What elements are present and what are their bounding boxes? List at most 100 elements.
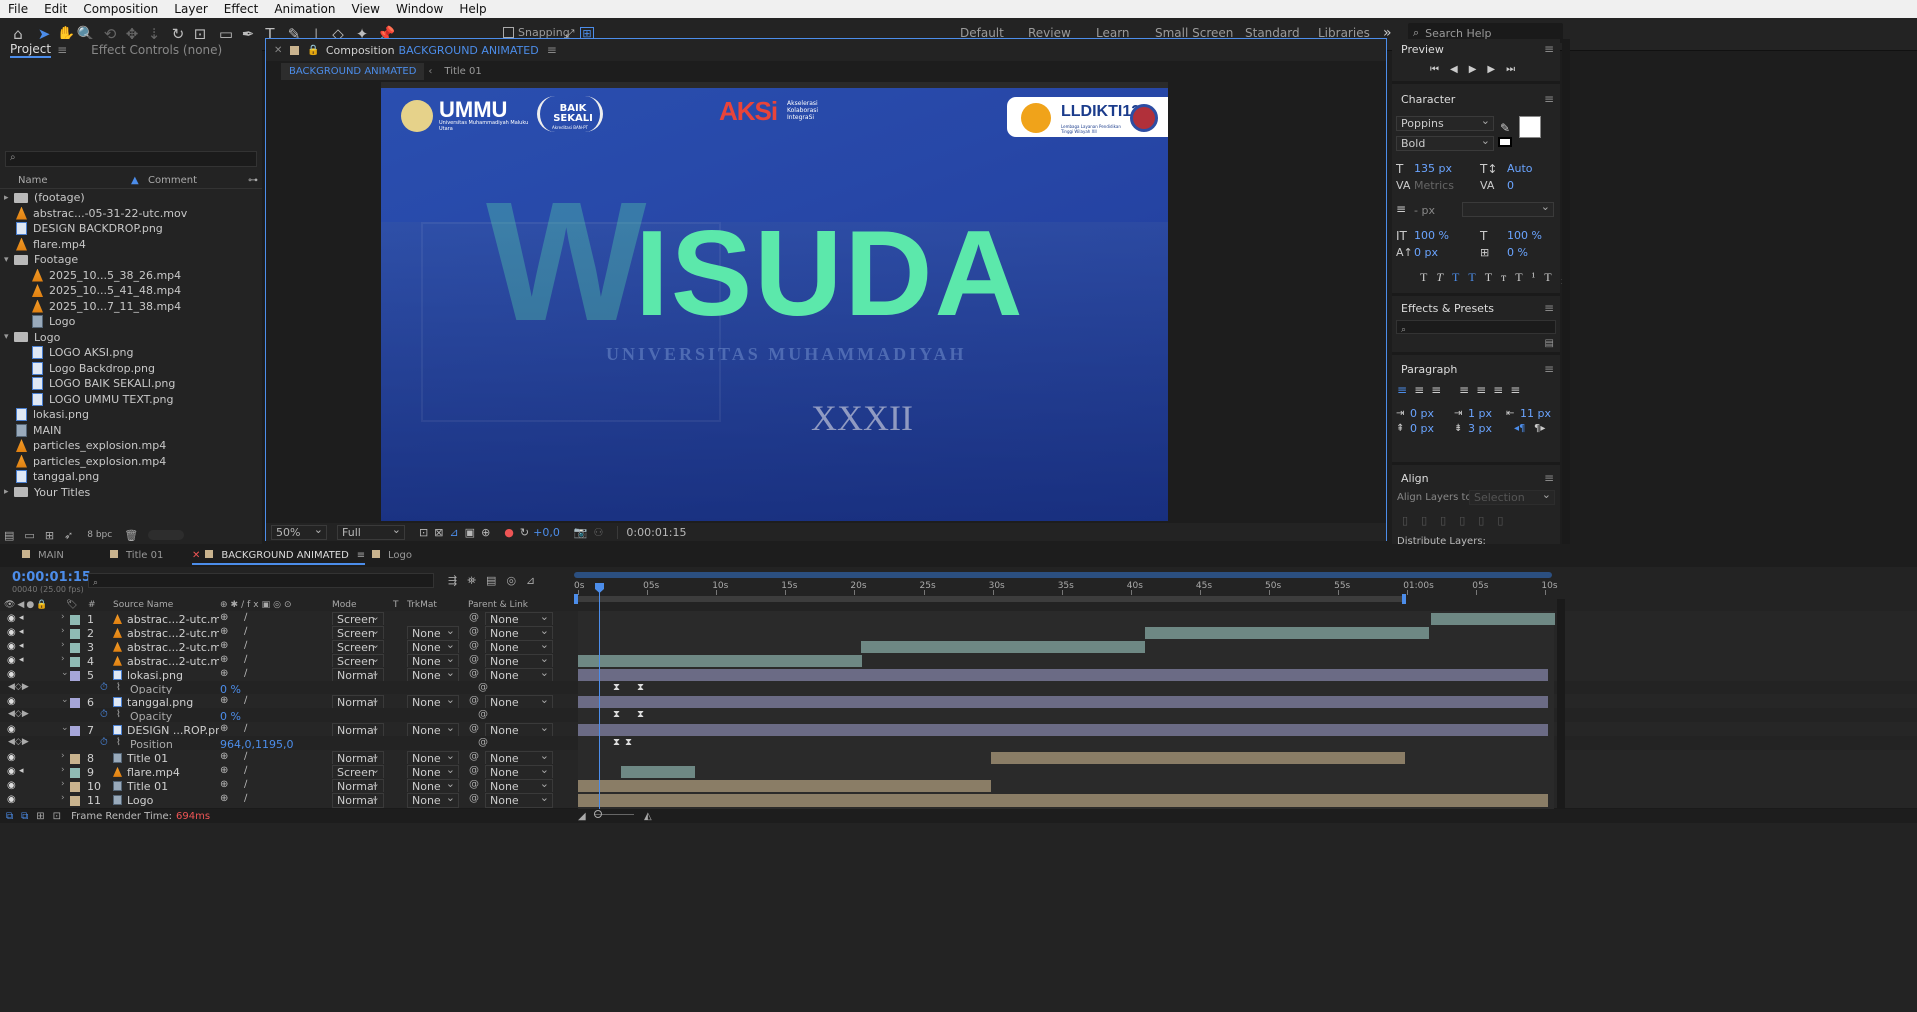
visibility-eye-icon[interactable]: ◉ bbox=[7, 641, 19, 652]
timeline-tab-title-01[interactable]: Title 01 bbox=[110, 550, 163, 565]
menu-effect[interactable]: Effect bbox=[216, 2, 267, 16]
render-queue-icon[interactable]: ➶ bbox=[64, 529, 73, 542]
panel-menu-icon[interactable]: ≡ bbox=[57, 43, 67, 57]
close-tab-icon[interactable]: ✕ bbox=[274, 45, 282, 56]
horizontal-scale-value[interactable]: 100 % bbox=[1507, 229, 1542, 242]
menu-file[interactable]: File bbox=[0, 2, 36, 16]
project-folder[interactable]: ▸ Your Titles bbox=[0, 483, 262, 502]
layer-switches-icon[interactable]: ⊕✱∕fx▣◎⊙ bbox=[220, 600, 295, 610]
first-frame-icon[interactable]: ⏮ bbox=[1430, 64, 1450, 75]
font-style-select[interactable]: Bold bbox=[1396, 134, 1494, 151]
shy-switch-icon[interactable]: ⊕ bbox=[220, 695, 228, 706]
viewer-timecode[interactable]: 0:00:01:15 bbox=[617, 525, 694, 539]
shy-switch-icon[interactable]: ⊕ bbox=[220, 723, 228, 734]
work-area-end-handle[interactable] bbox=[1402, 594, 1406, 604]
exposure-value[interactable]: +0,0 bbox=[533, 526, 560, 539]
next-frame-icon[interactable]: ▶ bbox=[1487, 64, 1506, 75]
panel-menu-icon[interactable]: ≡ bbox=[547, 43, 557, 57]
new-composition-icon[interactable]: ⊞ bbox=[45, 529, 54, 542]
column-number[interactable]: # bbox=[88, 600, 96, 610]
layer-label-swatch[interactable] bbox=[70, 656, 80, 667]
timeline-timecode[interactable]: 0:00:01:15 bbox=[12, 570, 91, 585]
column-t[interactable]: T bbox=[393, 600, 399, 610]
column-source-name[interactable]: Source Name bbox=[113, 600, 173, 610]
pickwhip-icon[interactable]: @ bbox=[469, 793, 479, 804]
thumbnail-slider[interactable] bbox=[148, 530, 185, 540]
expand-open-icon[interactable]: ⌄ bbox=[61, 723, 69, 733]
keyframe-icon[interactable]: ⧗ bbox=[613, 709, 620, 720]
keyframe-nav-icon[interactable]: ◀◇▶ bbox=[8, 737, 29, 747]
stopwatch-icon[interactable]: ⏱ bbox=[100, 682, 108, 693]
bit-depth-label[interactable]: 8 bpc bbox=[87, 530, 112, 540]
graph-icon[interactable]: ⌇ bbox=[116, 709, 121, 720]
shy-switch-icon[interactable]: ⊕ bbox=[220, 640, 228, 651]
expand-closed-icon[interactable]: › bbox=[61, 751, 65, 761]
project-search-input[interactable]: ⌕ bbox=[5, 151, 257, 167]
menu-layer[interactable]: Layer bbox=[166, 2, 215, 16]
expand-closed-icon[interactable]: › bbox=[61, 793, 65, 803]
reset-exposure-icon[interactable]: ↻ bbox=[520, 526, 529, 539]
column-trkmat[interactable]: TrkMat bbox=[407, 600, 437, 610]
tsume-value[interactable]: 0 % bbox=[1507, 246, 1528, 259]
visibility-eye-icon[interactable]: ◉ bbox=[7, 794, 19, 805]
keyframe-nav-icon[interactable]: ◀◇▶ bbox=[8, 682, 29, 692]
shy-switch-icon[interactable]: ⊕ bbox=[220, 668, 228, 679]
pickwhip-icon[interactable]: @ bbox=[469, 723, 479, 734]
expand-closed-icon[interactable]: › bbox=[61, 626, 65, 636]
track-matte-select[interactable]: None bbox=[407, 791, 459, 808]
tab-project[interactable]: Project bbox=[10, 42, 52, 58]
effects-search-input[interactable]: ⌕ bbox=[1396, 320, 1556, 335]
faux-italic-icon[interactable]: T bbox=[1436, 270, 1452, 284]
pickwhip-icon[interactable]: @ bbox=[469, 626, 479, 637]
expand-open-icon[interactable]: ▾ bbox=[4, 255, 14, 265]
visibility-eye-icon[interactable]: ◉ bbox=[7, 655, 19, 666]
expand-closed-icon[interactable]: › bbox=[61, 779, 65, 789]
show-snapshot-icon[interactable]: ⚇ bbox=[594, 526, 604, 539]
quality-switch-icon[interactable]: ∕ bbox=[244, 751, 247, 762]
align-left-edge-icon[interactable]: ▯ bbox=[1402, 514, 1421, 527]
align-left-icon[interactable]: ≡ bbox=[1397, 383, 1414, 397]
expand-open-icon[interactable]: ⌄ bbox=[61, 668, 69, 678]
expand-open-icon[interactable]: ▾ bbox=[4, 332, 14, 342]
expand-open-icon[interactable]: ⌄ bbox=[61, 695, 69, 705]
pickwhip-icon[interactable]: @ bbox=[478, 709, 488, 720]
zoom-in-icon[interactable]: ◭ bbox=[644, 811, 652, 822]
visibility-eye-icon[interactable]: ◉ bbox=[7, 613, 19, 624]
expand-closed-icon[interactable]: › bbox=[61, 765, 65, 775]
align-center-icon[interactable]: ≡ bbox=[1414, 383, 1431, 397]
menu-view[interactable]: View bbox=[344, 2, 388, 16]
ltr-direction-icon[interactable]: ◂¶ bbox=[1514, 423, 1525, 434]
breadcrumb-title01[interactable]: Title 01 bbox=[444, 66, 481, 77]
pickwhip-icon[interactable]: @ bbox=[469, 612, 479, 623]
graph-icon[interactable]: ⌇ bbox=[116, 682, 121, 693]
panel-menu-icon[interactable]: ≡ bbox=[357, 550, 365, 561]
justify-all-icon[interactable]: ≡ bbox=[1510, 383, 1527, 397]
menu-animation[interactable]: Animation bbox=[266, 2, 343, 16]
audio-icon[interactable]: ◂ bbox=[19, 766, 24, 776]
sort-ascending-icon[interactable]: ▲ bbox=[131, 175, 139, 186]
stroke-width-value[interactable]: - px bbox=[1414, 204, 1435, 217]
baseline-shift-value[interactable]: 0 px bbox=[1414, 246, 1438, 259]
interpret-footage-icon[interactable]: ▤ bbox=[4, 529, 14, 542]
layer-duration-bar[interactable] bbox=[578, 793, 1548, 807]
keyframe-icon[interactable]: ⧗ bbox=[625, 737, 632, 748]
menu-window[interactable]: Window bbox=[388, 2, 451, 16]
pickwhip-icon[interactable]: @ bbox=[469, 751, 479, 762]
faux-bold-icon[interactable]: T bbox=[1420, 270, 1436, 284]
kerning-value[interactable]: Metrics bbox=[1414, 179, 1454, 192]
toggle-modes-icon[interactable]: ⧉ bbox=[21, 811, 28, 822]
new-preset-icon[interactable]: ▤ bbox=[1545, 338, 1554, 349]
panel-menu-icon[interactable]: ≡ bbox=[1544, 42, 1554, 56]
layer-label-swatch[interactable] bbox=[70, 726, 80, 737]
layer-label-swatch[interactable] bbox=[70, 698, 80, 709]
keyframe-icon[interactable]: ⧗ bbox=[613, 737, 620, 748]
transparency-grid-icon[interactable]: ⊠ bbox=[434, 526, 443, 539]
pickwhip-icon[interactable]: @ bbox=[469, 695, 479, 706]
motion-blur-icon[interactable]: ◎ bbox=[506, 574, 526, 587]
work-area-bar[interactable] bbox=[574, 596, 1404, 602]
align-v-center-icon[interactable]: ▯ bbox=[1478, 514, 1497, 527]
composition-tab-name[interactable]: BACKGROUND ANIMATED bbox=[399, 44, 539, 57]
layer-search-input[interactable]: ⌕ bbox=[88, 573, 434, 588]
column-parent[interactable]: Parent & Link bbox=[468, 600, 528, 610]
last-frame-icon[interactable]: ⏭ bbox=[1506, 64, 1526, 75]
